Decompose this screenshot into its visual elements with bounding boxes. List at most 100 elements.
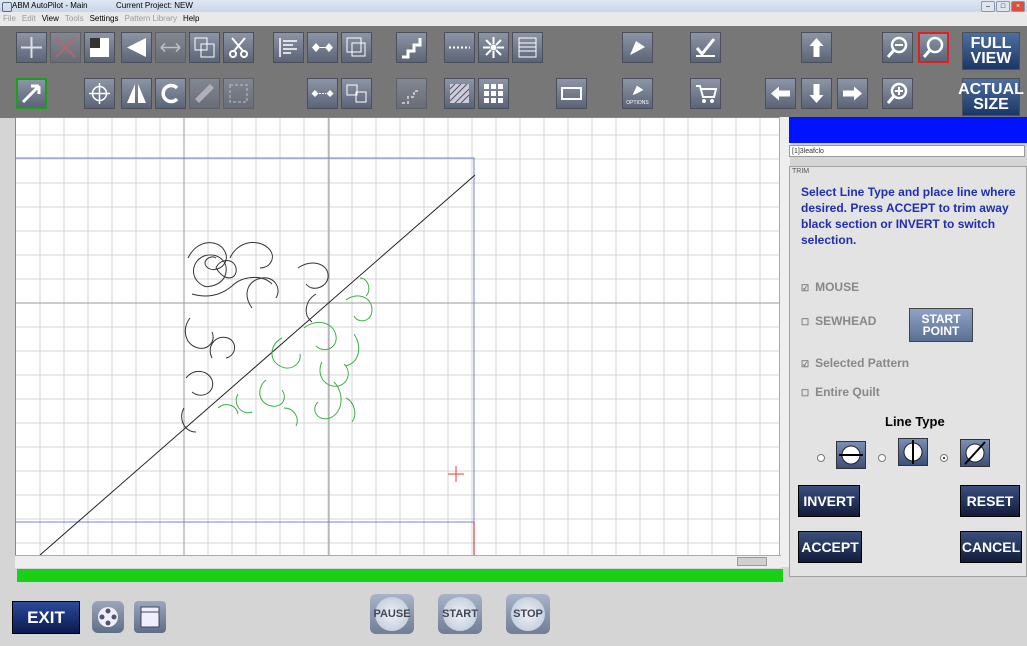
zoom-out-button[interactable] <box>882 32 913 63</box>
progress-bar <box>17 569 783 582</box>
menu-help[interactable]: Help <box>180 12 202 26</box>
align-tool-button[interactable] <box>273 32 304 63</box>
move-down-button[interactable] <box>801 78 832 109</box>
line-repeat-tool-button[interactable] <box>444 32 475 63</box>
zoom-tool-button[interactable] <box>918 32 949 63</box>
mouse-option[interactable]: ☑ MOUSE <box>801 280 859 294</box>
stretch-tool-button[interactable] <box>121 32 152 63</box>
start-button[interactable]: START <box>438 594 482 634</box>
arrow-line-tool-button[interactable] <box>155 32 186 63</box>
line-type-vertical-button[interactable] <box>898 438 928 466</box>
menu-tools[interactable]: Tools <box>62 12 87 26</box>
scissors-icon <box>229 37 248 58</box>
center-tool-button[interactable] <box>84 78 115 109</box>
horizontal-scroll-thumb[interactable] <box>737 557 767 566</box>
cut-tool-button[interactable] <box>223 32 254 63</box>
options-label: OPTIONS <box>626 99 649 106</box>
line-type-vertical-radio[interactable] <box>878 454 886 462</box>
resize-box-tool-button[interactable] <box>189 32 220 63</box>
start-point-button[interactable]: START POINT <box>909 308 973 342</box>
menu-bar: File Edit View Tools Settings Pattern Library… <box>0 12 1027 26</box>
selected-pattern-label: Selected Pattern <box>815 356 910 370</box>
canvas-horizontal-scrollbar[interactable] <box>15 555 781 568</box>
vertical-line-icon <box>903 440 923 464</box>
arrow-up-icon <box>809 38 824 57</box>
select-tool-button[interactable] <box>16 78 47 109</box>
actual-size-button[interactable]: ACTUAL SIZE <box>958 78 1024 116</box>
line-type-diagonal-radio[interactable] <box>940 454 948 462</box>
group-tool-button[interactable] <box>341 32 372 63</box>
mirror-tool-button[interactable] <box>121 78 152 109</box>
arrow-left-icon <box>771 86 790 101</box>
offset-icon <box>402 90 420 104</box>
ruler-icon <box>195 84 214 103</box>
crop-tool-button[interactable] <box>223 78 254 109</box>
line-type-horizontal-button[interactable] <box>836 441 866 469</box>
sewhead-option[interactable]: ☐ SEWHEAD <box>801 314 876 328</box>
fill-pattern-tool-button[interactable] <box>444 78 475 109</box>
pattern-black-section <box>181 242 329 433</box>
menu-pattern-library[interactable]: Pattern Library <box>121 12 179 26</box>
distribute-tool-button[interactable] <box>307 32 338 63</box>
film-reel-button[interactable] <box>92 601 124 633</box>
measure-tool-button[interactable] <box>189 78 220 109</box>
needle-icon <box>630 41 645 55</box>
space-tool-button[interactable] <box>307 78 338 109</box>
close-button[interactable]: × <box>1011 1 1025 12</box>
delete-tool-button[interactable] <box>50 32 81 63</box>
pattern-green-section <box>217 277 373 427</box>
cart-button[interactable] <box>690 78 721 109</box>
pause-button[interactable]: PAUSE <box>370 594 414 634</box>
offset-tool-button[interactable] <box>396 78 427 109</box>
horizontal-line-icon <box>839 445 863 465</box>
invert-button[interactable]: INVERT <box>798 485 860 517</box>
stop-button[interactable]: STOP <box>506 594 550 634</box>
crosshair-tool-button[interactable] <box>16 32 47 63</box>
toolbar: FULL VIEW OPTIONS ACTUAL SIZE <box>0 26 1027 118</box>
start-label: START <box>442 597 478 631</box>
block-tool-button[interactable] <box>84 32 115 63</box>
checker-block-icon <box>90 38 109 57</box>
minimize-button[interactable]: – <box>981 1 995 12</box>
quilt-canvas[interactable] <box>15 117 781 556</box>
grid-tool-button[interactable] <box>478 78 509 109</box>
sewhead-option-label: SEWHEAD <box>815 314 877 328</box>
maximize-button[interactable]: □ <box>996 1 1010 12</box>
plus-icon <box>21 37 42 58</box>
line-type-diagonal-button[interactable] <box>960 439 990 467</box>
menu-settings[interactable]: Settings <box>87 12 122 26</box>
rotate-tool-button[interactable] <box>155 78 186 109</box>
crop-box-icon <box>229 84 248 103</box>
move-up-button[interactable] <box>801 32 832 63</box>
selected-pattern-option[interactable]: ☑ Selected Pattern <box>801 356 909 370</box>
step-repeat-tool-button[interactable] <box>396 32 427 63</box>
check-tool-button[interactable] <box>690 32 721 63</box>
full-view-button[interactable]: FULL VIEW <box>962 32 1020 70</box>
panel-toggle-button[interactable] <box>134 601 166 633</box>
reset-button[interactable]: RESET <box>960 485 1020 517</box>
menu-file[interactable]: File <box>0 12 19 26</box>
layer-name-field[interactable]: [1]3leafclo <box>789 145 1025 157</box>
move-left-button[interactable] <box>765 78 796 109</box>
accept-button[interactable]: ACCEPT <box>798 531 862 563</box>
menu-edit[interactable]: Edit <box>19 12 39 26</box>
trim-instructions: Select Line Type and place line where de… <box>801 185 1016 247</box>
quilt-area-button[interactable] <box>556 78 587 109</box>
checkbox-icon: ☐ <box>801 388 810 398</box>
sew-tool-button[interactable] <box>622 32 653 63</box>
triangle-left-icon <box>127 38 146 57</box>
ungroup-tool-button[interactable] <box>341 78 372 109</box>
row-fill-tool-button[interactable] <box>512 32 543 63</box>
options-button[interactable]: OPTIONS <box>622 78 653 109</box>
move-right-button[interactable] <box>837 78 868 109</box>
exit-button[interactable]: EXIT <box>12 601 80 634</box>
zoom-in-button[interactable] <box>882 78 913 109</box>
entire-quilt-option[interactable]: ☐ Entire Quilt <box>801 385 880 399</box>
app-icon <box>2 2 12 12</box>
cancel-button[interactable]: CANCEL <box>960 531 1022 563</box>
line-type-horizontal-radio[interactable] <box>817 454 825 462</box>
menu-view[interactable]: View <box>39 12 62 26</box>
app-title: ABM AutoPilot - Main <box>12 1 88 10</box>
rotate-array-tool-button[interactable] <box>478 32 509 63</box>
entire-quilt-label: Entire Quilt <box>815 385 880 399</box>
